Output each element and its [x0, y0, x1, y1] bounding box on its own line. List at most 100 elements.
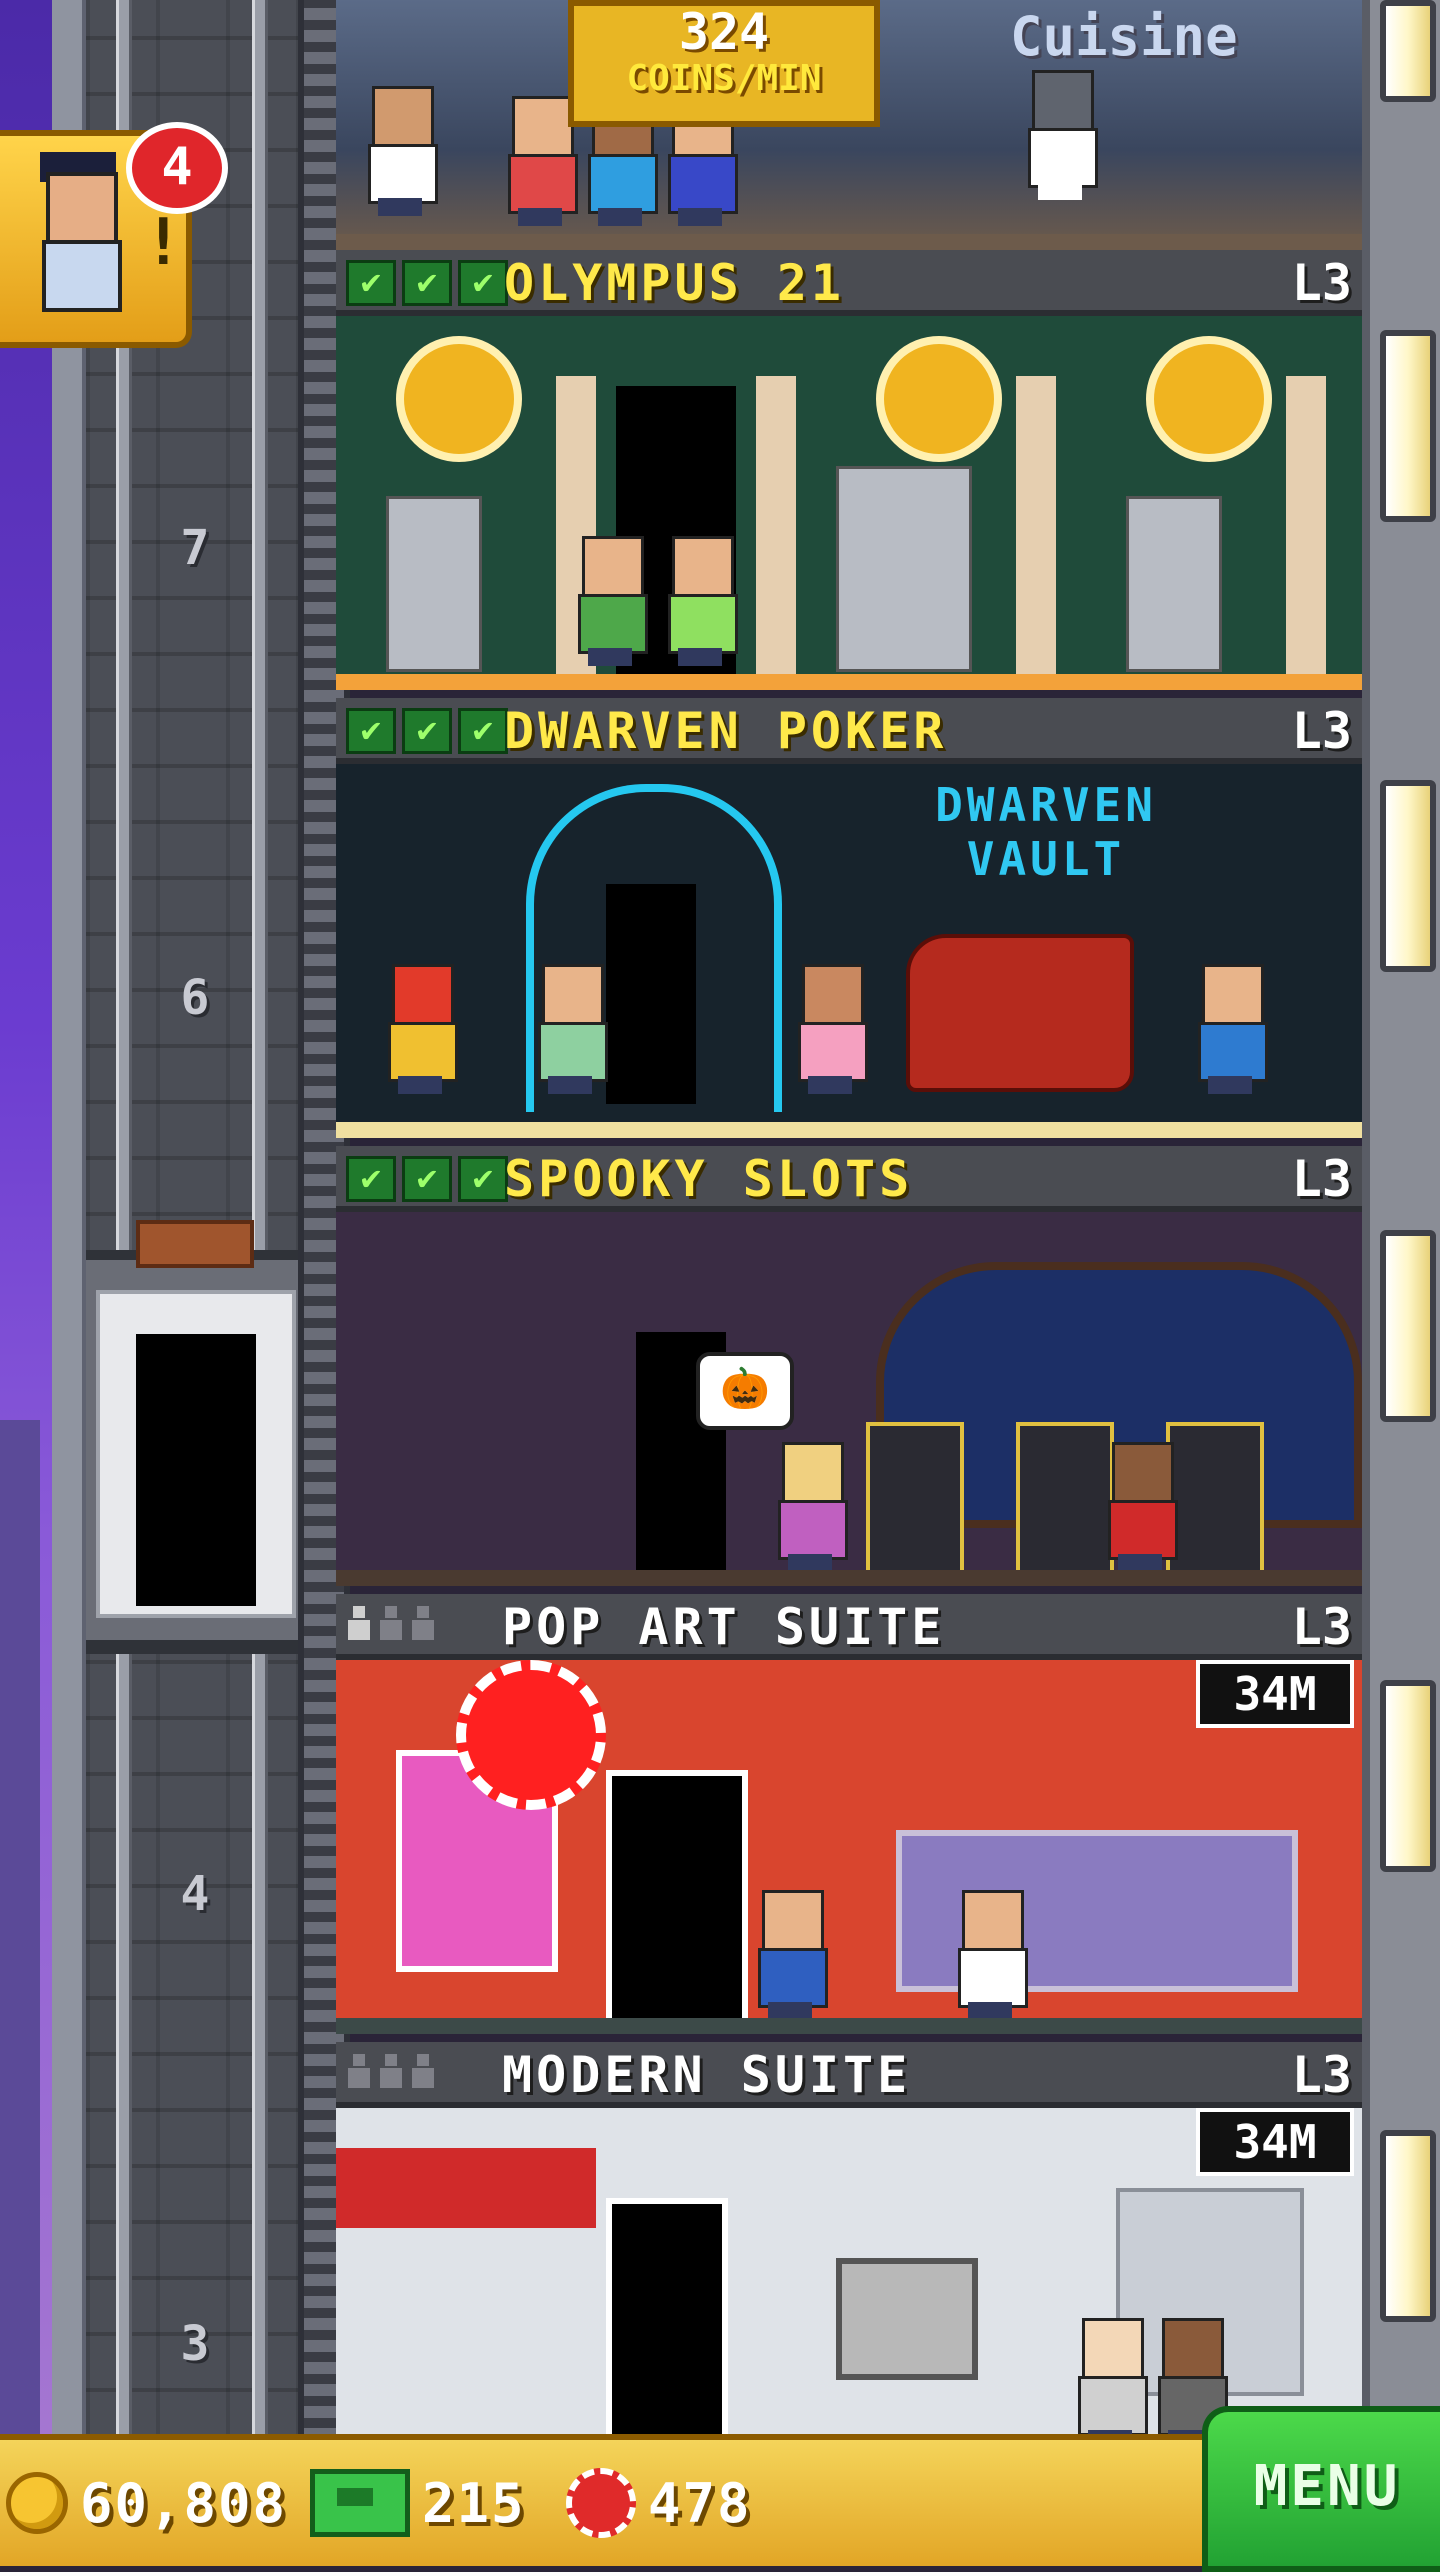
floor-doorway: [606, 1770, 748, 2034]
menu-button[interactable]: MENU: [1202, 2406, 1440, 2572]
residents-indicator: [348, 1606, 434, 1640]
coins-display[interactable]: 60,808: [6, 2458, 287, 2548]
bitizen[interactable]: [666, 536, 738, 666]
red-wall-stripe: [336, 2148, 596, 2228]
floor-ground: [336, 1570, 1362, 1586]
floor-header: MODERN SUITE L3: [336, 2042, 1362, 2108]
floor-scene: 🎃: [336, 1212, 1362, 1586]
slot-machine: [1166, 1422, 1264, 1580]
statue: [1126, 496, 1222, 672]
floor-number-3: 3: [180, 2316, 210, 2372]
floor-header: POP ART SUITE L3: [336, 1594, 1362, 1660]
stock-checks: ✔ ✔ ✔: [346, 1156, 508, 1202]
floor-scene: DWARVEN VAULT: [336, 764, 1362, 1138]
building-window: [1380, 0, 1436, 102]
resident-icon: [380, 2054, 402, 2088]
tower-bux-icon: [310, 2469, 410, 2537]
bitizen[interactable]: [1196, 964, 1268, 1094]
tv-static: [836, 2258, 978, 2380]
bux-display[interactable]: 215: [310, 2458, 526, 2548]
casino-chip-decor: [396, 336, 522, 462]
rent-price: 34M: [1196, 2108, 1354, 2176]
bellhop[interactable]: [1106, 1442, 1178, 1572]
check-icon: ✔: [346, 708, 396, 754]
bitizen[interactable]: [386, 964, 458, 1094]
bitizen[interactable]: [776, 1442, 848, 1572]
check-icon: ✔: [346, 1156, 396, 1202]
statue: [386, 496, 482, 672]
vip-notification[interactable]: ! 4: [0, 122, 228, 348]
robot-chef[interactable]: [1026, 70, 1098, 200]
building-window: [1380, 1230, 1436, 1422]
bitizen[interactable]: [366, 86, 438, 216]
slot-machine: [1016, 1422, 1114, 1580]
bitizen[interactable]: [756, 1890, 828, 2020]
floor-pop-art-suite[interactable]: POP ART SUITE L3 34M: [336, 1594, 1362, 2034]
check-icon: ✔: [402, 260, 452, 306]
chips-display[interactable]: 478: [566, 2458, 752, 2548]
bitizen[interactable]: [956, 1890, 1028, 2020]
casino-chip-decor: [1146, 336, 1272, 462]
floor-name: MODERN SUITE: [502, 2046, 912, 2104]
resident-icon: [348, 1606, 370, 1640]
check-icon: ✔: [402, 708, 452, 754]
coins-per-min-unit: COINS/MIN: [626, 58, 822, 99]
stock-checks: ✔ ✔ ✔: [346, 708, 508, 754]
vip-uniform: [42, 240, 122, 312]
elevator-roof: [136, 1220, 254, 1268]
floor-modern-suite[interactable]: MODERN SUITE L3 34M: [336, 2042, 1362, 2434]
floor-number-7: 7: [180, 520, 210, 576]
elevator-cab: [96, 1290, 296, 1618]
bitizen[interactable]: [1076, 2318, 1148, 2434]
floor-level: L3: [1291, 702, 1352, 760]
floor-level: L3: [1291, 254, 1352, 312]
floor-doorway: [606, 884, 696, 1104]
floor-dwarven-poker[interactable]: ✔ ✔ ✔ DWARVEN POKER L3 DWARVEN VAULT: [336, 698, 1362, 1138]
check-icon: ✔: [402, 1156, 452, 1202]
chip-icon: [566, 2468, 636, 2538]
coins-per-min-banner[interactable]: 324 COINS/MIN: [568, 0, 880, 127]
column: [756, 376, 796, 676]
floor-name: SPOOKY SLOTS: [504, 1150, 914, 1208]
building-window: [1380, 1680, 1436, 1872]
floor-header: ✔ ✔ ✔ OLYMPUS 21 L3: [336, 250, 1362, 316]
bitizen[interactable]: [576, 536, 648, 666]
casino-chip-decor: [876, 336, 1002, 462]
floor-header: ✔ ✔ ✔ DWARVEN POKER L3: [336, 698, 1362, 764]
floor-name: DWARVEN POKER: [504, 702, 948, 760]
floor-doorway: [606, 2198, 728, 2434]
building-window: [1380, 780, 1436, 972]
rent-price: 34M: [1196, 1660, 1354, 1728]
floor-ground: [336, 234, 1362, 250]
floor-name: POP ART SUITE: [502, 1598, 946, 1656]
dragon-statue: [906, 934, 1134, 1092]
floor-level: L3: [1291, 1150, 1352, 1208]
check-icon: ✔: [458, 1156, 508, 1202]
bitizen[interactable]: [536, 964, 608, 1094]
resident-icon: [380, 1606, 402, 1640]
chip-icon[interactable]: [456, 1660, 606, 1810]
floor-name: OLYMPUS 21: [504, 254, 846, 312]
resident-icon: [348, 2054, 370, 2088]
column: [1016, 376, 1056, 676]
floor-olympus-21[interactable]: ✔ ✔ ✔ OLYMPUS 21 L3: [336, 250, 1362, 690]
resident-icon: [412, 1606, 434, 1640]
floor-level: L3: [1291, 2046, 1352, 2104]
coins-per-min-value: 324: [678, 3, 770, 61]
check-icon: ✔: [458, 708, 508, 754]
floor-level: L3: [1291, 1598, 1352, 1656]
elevator-door: [136, 1334, 256, 1606]
coin-icon: [6, 2472, 68, 2534]
column: [1286, 376, 1326, 676]
floor-scene: [336, 316, 1362, 690]
floor-spooky-slots[interactable]: ✔ ✔ ✔ SPOOKY SLOTS L3 🎃: [336, 1146, 1362, 1586]
elevator-car[interactable]: [86, 1220, 298, 1654]
slot-machine: [866, 1422, 964, 1580]
floor-ground: [336, 1122, 1362, 1138]
building-window: [1380, 2130, 1436, 2322]
bux-value: 215: [422, 2471, 526, 2535]
bitizen[interactable]: [796, 964, 868, 1094]
dwarven-vault-sign: DWARVEN VAULT: [935, 778, 1157, 886]
building-window: [1380, 330, 1436, 522]
bitizen[interactable]: [506, 96, 578, 226]
